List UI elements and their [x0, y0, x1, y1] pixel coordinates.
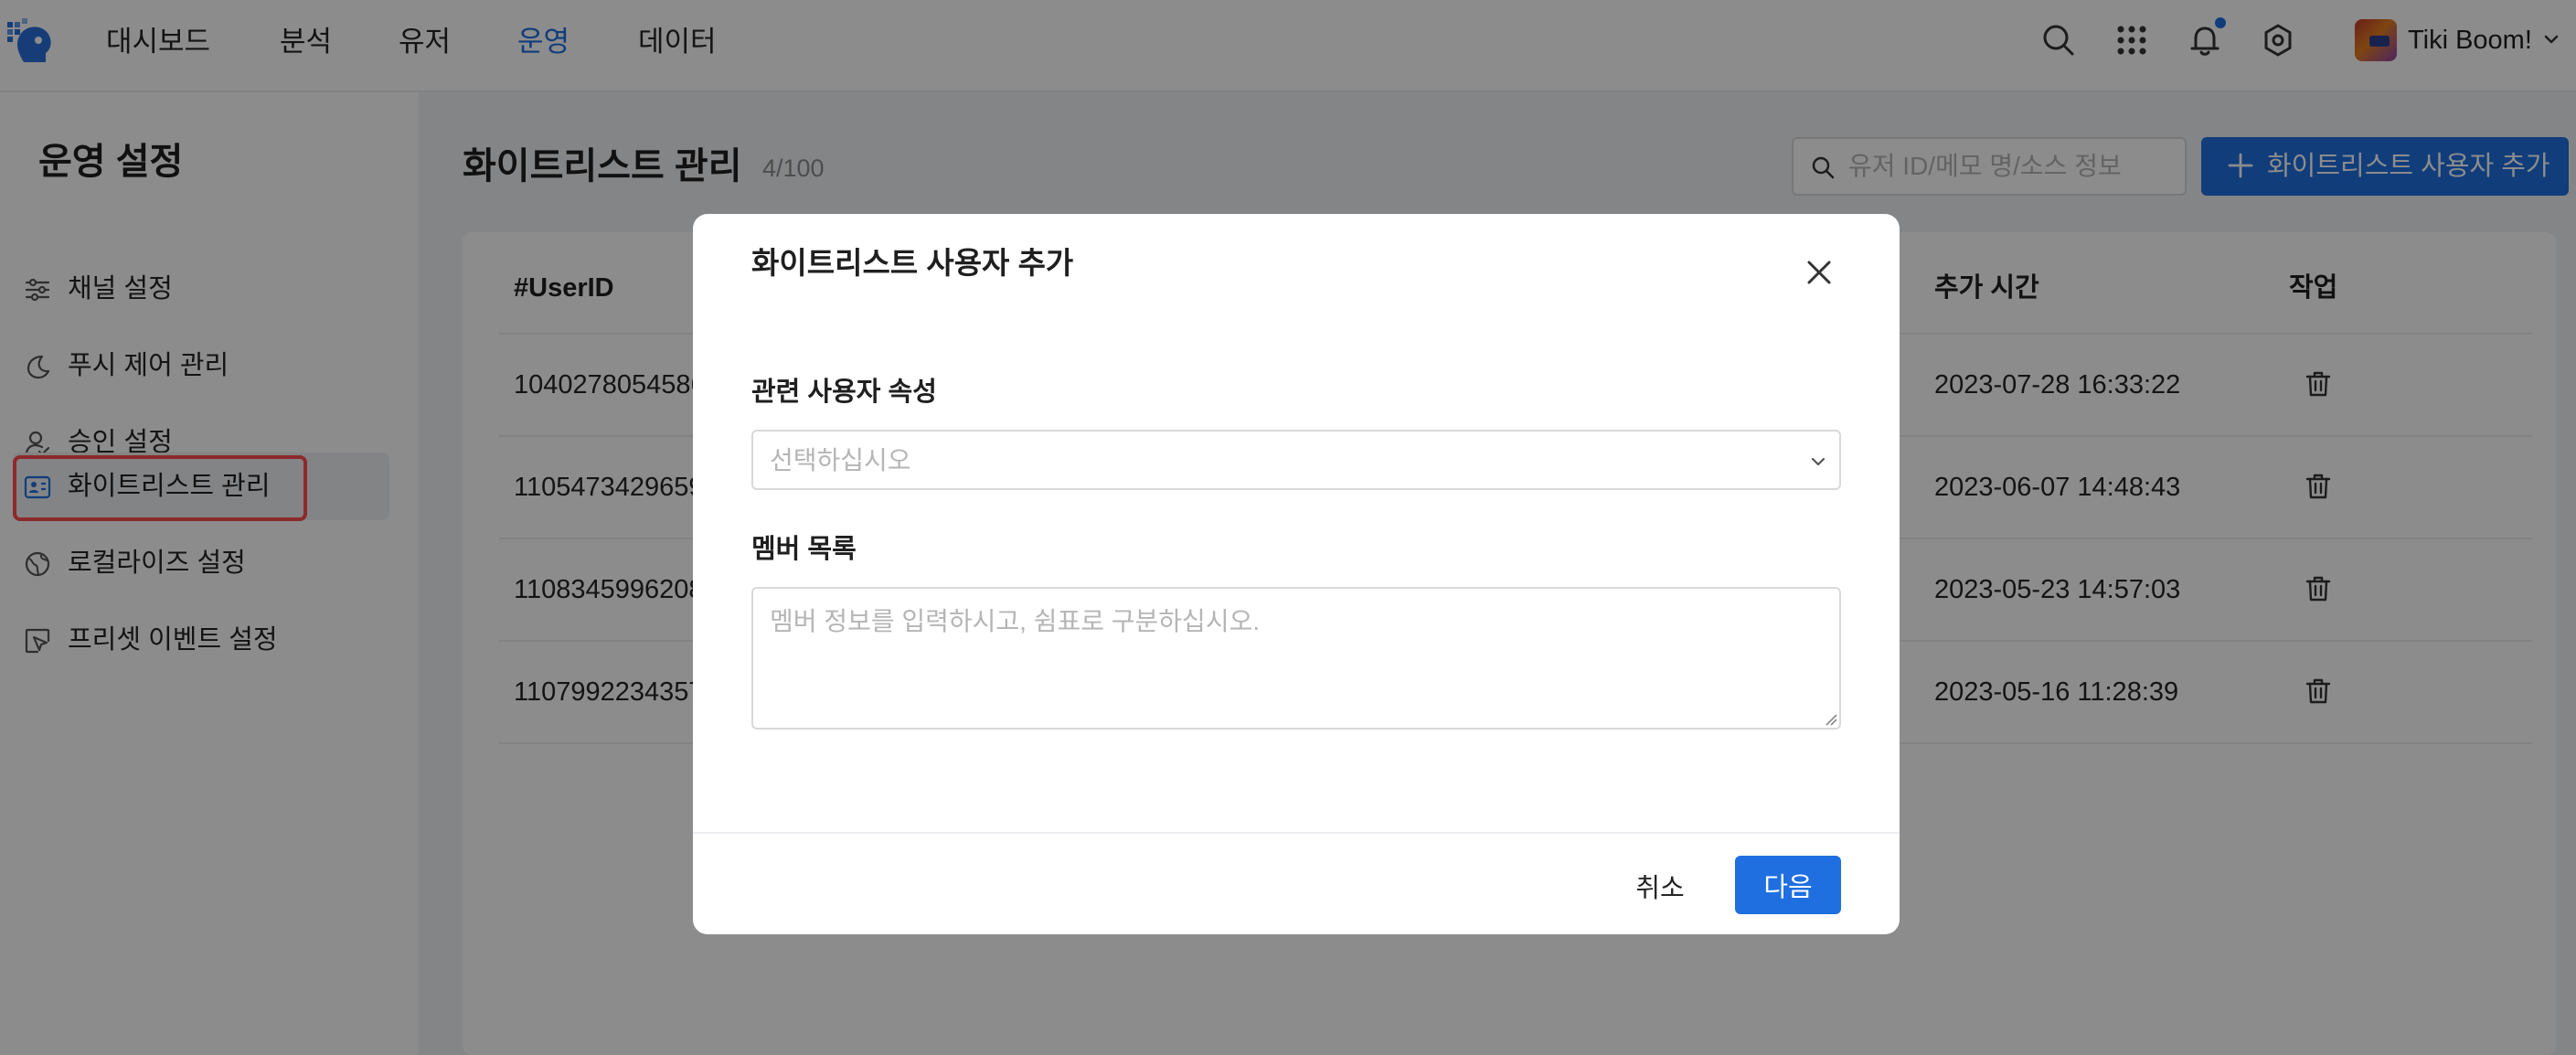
dialog-title: 화이트리스트 사용자 추가	[751, 246, 1074, 280]
member-list-label: 멤버 목록	[751, 535, 857, 564]
resize-handle-icon[interactable]	[1825, 713, 1837, 726]
user-attribute-label: 관련 사용자 속성	[751, 378, 937, 407]
dialog-footer-divider	[693, 832, 1900, 834]
select-placeholder: 선택하십시오	[770, 446, 911, 474]
add-whitelist-user-dialog: 화이트리스트 사용자 추가 관련 사용자 속성 선택하십시오 멤버 목록 취소 …	[693, 214, 1900, 934]
chevron-down-icon	[1811, 457, 1826, 466]
user-attribute-select[interactable]: 선택하십시오	[751, 430, 1841, 490]
next-button[interactable]: 다음	[1735, 856, 1841, 914]
close-icon[interactable]	[1803, 256, 1836, 289]
member-list-textarea[interactable]	[751, 587, 1841, 730]
cancel-button[interactable]: 취소	[1616, 858, 1704, 914]
